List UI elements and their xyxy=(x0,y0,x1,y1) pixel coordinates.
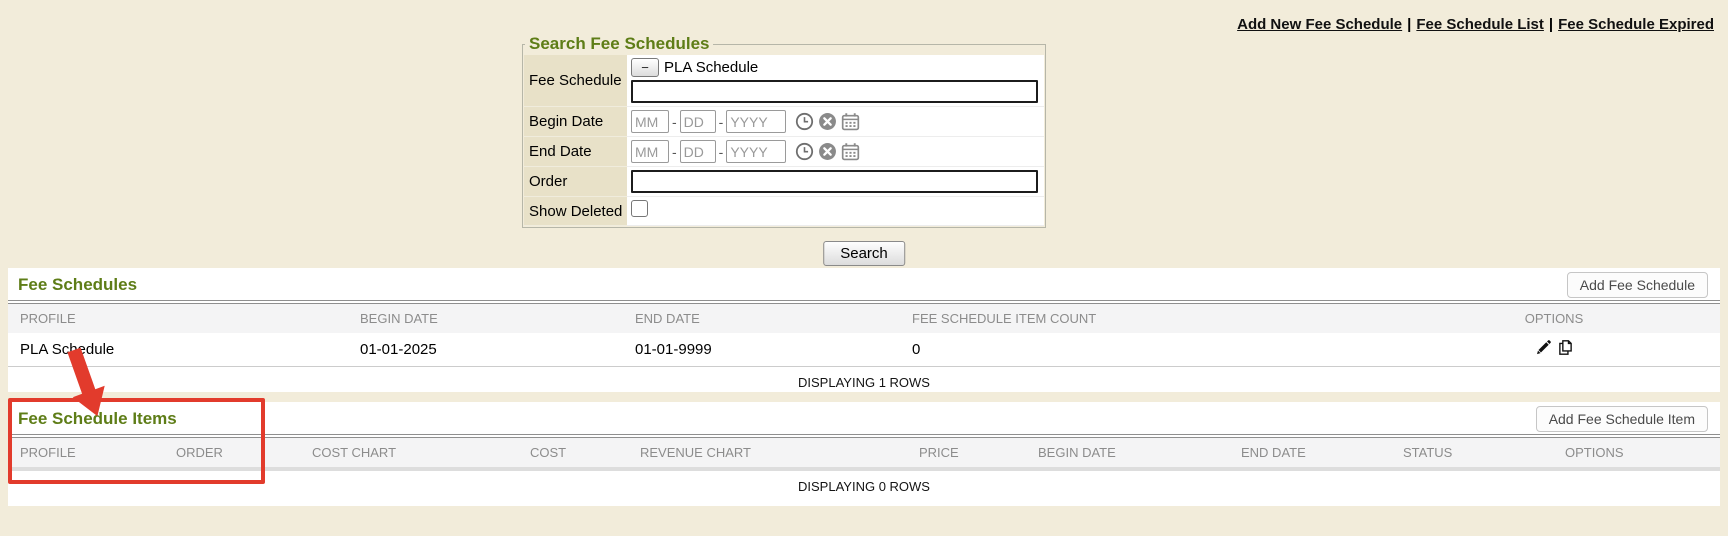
end-date-row: End Date - - xyxy=(524,137,1044,167)
fee-schedule-input[interactable] xyxy=(631,80,1038,103)
begin-date-label: Begin Date xyxy=(524,107,627,137)
search-form-title: Search Fee Schedules xyxy=(525,34,713,54)
clock-icon[interactable] xyxy=(795,112,814,131)
fee-schedules-section: Fee Schedules Add Fee Schedule PROFILE B… xyxy=(8,268,1720,392)
search-button[interactable]: Search xyxy=(823,241,905,266)
fee-schedules-header-row: PROFILE BEGIN DATE END DATE FEE SCHEDULE… xyxy=(8,304,1720,333)
show-deleted-row: Show Deleted xyxy=(524,197,1044,226)
link-fee-schedule-expired[interactable]: Fee Schedule Expired xyxy=(1558,16,1714,33)
show-deleted-checkbox[interactable] xyxy=(631,200,648,217)
column-header-begin-date: BEGIN DATE xyxy=(348,304,623,333)
fee-schedule-items-row-count: DISPLAYING 0 ROWS xyxy=(8,471,1720,500)
fee-schedules-title: Fee Schedules xyxy=(18,275,137,295)
nav-separator: | xyxy=(1549,16,1553,33)
add-fee-schedule-button[interactable]: Add Fee Schedule xyxy=(1567,272,1708,298)
column-header-options: OPTIONS xyxy=(1553,438,1720,467)
column-header-price: PRICE xyxy=(907,438,1026,467)
column-header-revenue-chart: REVENUE CHART xyxy=(628,438,907,467)
copy-icon[interactable] xyxy=(1557,339,1574,356)
clear-date-icon[interactable] xyxy=(818,112,837,131)
order-input[interactable] xyxy=(631,170,1038,193)
add-fee-schedule-item-button[interactable]: Add Fee Schedule Item xyxy=(1536,406,1708,432)
link-fee-schedule-list[interactable]: Fee Schedule List xyxy=(1416,16,1544,33)
date-separator: - xyxy=(672,114,677,130)
column-header-end-date: END DATE xyxy=(623,304,900,333)
fee-schedules-row-count: DISPLAYING 1 ROWS xyxy=(8,367,1720,396)
selected-fee-schedule: PLA Schedule xyxy=(664,59,758,76)
calendar-icon[interactable] xyxy=(841,112,860,131)
begin-date-row: Begin Date - - xyxy=(524,107,1044,137)
fee-schedule-table-row: PLA Schedule 01-01-2025 01-01-9999 0 xyxy=(8,333,1720,367)
cell-profile: PLA Schedule xyxy=(8,333,348,367)
end-date-month-input[interactable] xyxy=(631,140,669,163)
show-deleted-label: Show Deleted xyxy=(524,197,627,226)
link-add-new-fee-schedule[interactable]: Add New Fee Schedule xyxy=(1237,16,1402,33)
cell-begin-date: 01-01-2025 xyxy=(348,333,623,367)
end-date-year-input[interactable] xyxy=(726,140,786,163)
begin-date-month-input[interactable] xyxy=(631,110,669,133)
order-row: Order xyxy=(524,167,1044,197)
date-separator: - xyxy=(672,144,677,160)
cell-end-date: 01-01-9999 xyxy=(623,333,900,367)
column-header-begin-date: BEGIN DATE xyxy=(1026,438,1229,467)
fee-schedule-row: Fee Schedule − PLA Schedule xyxy=(524,55,1044,107)
column-header-profile: PROFILE xyxy=(8,438,164,467)
end-date-label: End Date xyxy=(524,137,627,167)
column-header-options: OPTIONS xyxy=(1388,304,1720,333)
begin-date-year-input[interactable] xyxy=(726,110,786,133)
column-header-status: STATUS xyxy=(1391,438,1553,467)
column-header-order: ORDER xyxy=(164,438,300,467)
fee-schedule-items-header-row: PROFILE ORDER COST CHART COST REVENUE CH… xyxy=(8,438,1720,467)
search-fee-schedules-form: Search Fee Schedules Fee Schedule − PLA … xyxy=(522,34,1046,228)
nav-separator: | xyxy=(1407,16,1411,33)
fee-schedule-items-table: PROFILE ORDER COST CHART COST REVENUE CH… xyxy=(8,438,1720,467)
column-header-cost-chart: COST CHART xyxy=(300,438,518,467)
column-header-end-date: END DATE xyxy=(1229,438,1391,467)
clear-date-icon[interactable] xyxy=(818,142,837,161)
end-date-day-input[interactable] xyxy=(680,140,716,163)
fee-schedule-items-section: Fee Schedule Items Add Fee Schedule Item… xyxy=(8,402,1720,506)
quick-nav: Add New Fee Schedule | Fee Schedule List | F… xyxy=(1237,16,1714,33)
date-separator: - xyxy=(719,144,724,160)
remove-selected-fee-schedule-button[interactable]: − xyxy=(631,58,659,77)
column-header-cost: COST xyxy=(518,438,628,467)
fee-schedule-label: Fee Schedule xyxy=(524,55,627,107)
fee-schedules-table: PROFILE BEGIN DATE END DATE FEE SCHEDULE… xyxy=(8,304,1720,367)
clock-icon[interactable] xyxy=(795,142,814,161)
edit-icon[interactable] xyxy=(1535,339,1552,356)
column-header-profile: PROFILE xyxy=(8,304,348,333)
order-label: Order xyxy=(524,167,627,197)
cell-item-count: 0 xyxy=(900,333,1388,367)
begin-date-day-input[interactable] xyxy=(680,110,716,133)
column-header-item-count: FEE SCHEDULE ITEM COUNT xyxy=(900,304,1388,333)
fee-schedule-items-title: Fee Schedule Items xyxy=(18,409,177,429)
date-separator: - xyxy=(719,114,724,130)
calendar-icon[interactable] xyxy=(841,142,860,161)
